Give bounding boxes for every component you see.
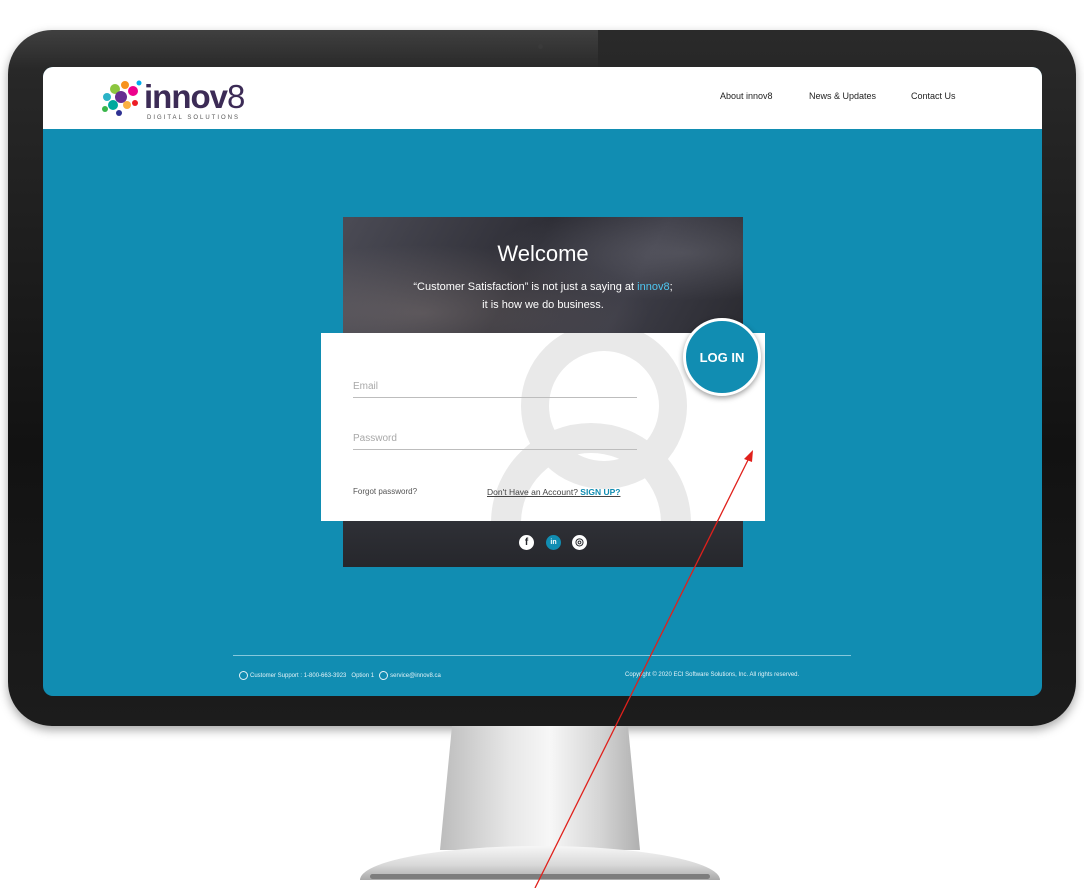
banner-photo bbox=[343, 217, 743, 337]
welcome-title: Welcome bbox=[497, 241, 589, 266]
instagram-icon[interactable]: ◎ bbox=[572, 535, 587, 550]
nav-contact-us[interactable]: Contact Us bbox=[911, 91, 956, 101]
facebook-icon[interactable]: f bbox=[519, 535, 534, 550]
color-dots-logo-icon bbox=[102, 80, 142, 116]
monitor-glare bbox=[8, 30, 598, 70]
forgot-password-link[interactable]: Forgot password? bbox=[353, 487, 417, 496]
monitor-stand-edge bbox=[370, 874, 710, 879]
nav-news-updates[interactable]: News & Updates bbox=[809, 91, 876, 101]
nav-about[interactable]: About innov8 bbox=[720, 91, 773, 101]
password-input[interactable] bbox=[353, 427, 637, 449]
social-links-bar: f in ◎ bbox=[343, 521, 743, 567]
welcome-banner: Welcome “Customer Satisfaction” is not j… bbox=[343, 217, 743, 337]
welcome-tagline: “Customer Satisfaction” is not just a sa… bbox=[413, 281, 673, 311]
logo-wordmark: innov8 bbox=[144, 78, 245, 115]
support-option: Option 1 bbox=[351, 673, 375, 680]
password-field-wrapper bbox=[353, 427, 637, 450]
footer-divider bbox=[233, 655, 851, 656]
mail-icon bbox=[379, 671, 389, 680]
phone-icon bbox=[239, 671, 248, 680]
monitor-screen: innov8 DIGITAL SOLUTIONS About innov8 Ne… bbox=[43, 67, 1042, 696]
footer-contact: Customer Support : 1-800-663-3923 Option… bbox=[239, 671, 441, 680]
email-field-wrapper bbox=[353, 375, 637, 398]
logo-subtitle: DIGITAL SOLUTIONS bbox=[147, 115, 241, 121]
support-email[interactable]: service@innov8.ca bbox=[390, 673, 441, 679]
linkedin-icon[interactable]: in bbox=[546, 535, 561, 550]
footer-copyright: Copyright © 2020 ECI Software Solutions,… bbox=[625, 672, 800, 678]
webcam-dot bbox=[538, 44, 543, 49]
support-phone: Customer Support : 1-800-663-3923 bbox=[250, 673, 347, 680]
email-input[interactable] bbox=[353, 375, 637, 397]
login-button[interactable]: LOG IN bbox=[683, 318, 761, 396]
site-header: innov8 DIGITAL SOLUTIONS About innov8 Ne… bbox=[43, 67, 1042, 129]
signup-link[interactable]: Don't Have an Account? SIGN UP? bbox=[487, 487, 620, 497]
monitor-stand-neck bbox=[440, 726, 640, 850]
innov8-logo[interactable]: innov8 DIGITAL SOLUTIONS bbox=[99, 75, 259, 125]
